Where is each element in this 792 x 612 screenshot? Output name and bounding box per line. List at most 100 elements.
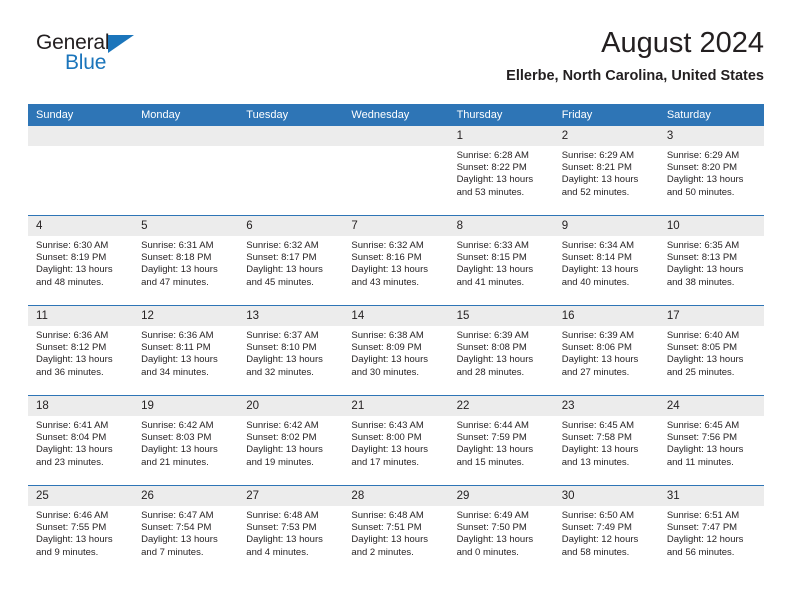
sunset-text: Sunset: 7:55 PM <box>36 522 107 534</box>
day-number: 1 <box>448 126 554 146</box>
day-cell[interactable]: 24 Sunrise: 6:45 AM Sunset: 7:56 PM Dayl… <box>658 395 764 486</box>
day-number: 27 <box>238 486 344 506</box>
daylight-text-line1: Daylight: 13 hours <box>246 534 323 546</box>
sunrise-text: Sunrise: 6:43 AM <box>351 420 424 431</box>
title-block: August 2024 Ellerbe, North Carolina, Uni… <box>284 26 764 85</box>
sunset-text: Sunset: 8:15 PM <box>456 252 527 264</box>
day-cell[interactable]: 21 Sunrise: 6:43 AM Sunset: 8:00 PM Dayl… <box>343 395 449 486</box>
sunrise-text: Sunrise: 6:39 AM <box>456 330 529 341</box>
weekday-header-friday: Friday <box>553 104 659 126</box>
day-cell[interactable]: 23 Sunrise: 6:45 AM Sunset: 7:58 PM Dayl… <box>553 395 659 486</box>
daylight-text-line2: and 28 minutes. <box>456 366 525 378</box>
daylight-text-line1: Daylight: 13 hours <box>456 444 534 456</box>
day-number: 26 <box>133 486 239 506</box>
day-cell[interactable]: 26 Sunrise: 6:47 AM Sunset: 7:54 PM Dayl… <box>133 485 239 575</box>
sunrise-text: Sunrise: 6:42 AM <box>141 420 214 431</box>
daylight-text-line2: and 48 minutes. <box>36 276 104 288</box>
day-cell[interactable]: 10 Sunrise: 6:35 AM Sunset: 8:13 PM Dayl… <box>658 215 764 306</box>
day-cell[interactable]: 27 Sunrise: 6:48 AM Sunset: 7:53 PM Dayl… <box>238 485 344 575</box>
day-cell[interactable]: 9 Sunrise: 6:34 AM Sunset: 8:14 PM Dayli… <box>553 215 659 306</box>
day-cell[interactable]: 14 Sunrise: 6:38 AM Sunset: 8:09 PM Dayl… <box>343 305 449 396</box>
day-cell[interactable]: 17 Sunrise: 6:40 AM Sunset: 8:05 PM Dayl… <box>658 305 764 396</box>
sunrise-text: Sunrise: 6:31 AM <box>141 240 214 251</box>
day-number <box>343 126 449 146</box>
sunrise-text: Sunrise: 6:39 AM <box>561 330 635 341</box>
day-info: Sunrise: 6:41 AM Sunset: 8:04 PM Dayligh… <box>28 416 133 469</box>
day-cell[interactable]: 25 Sunrise: 6:46 AM Sunset: 7:55 PM Dayl… <box>28 485 134 575</box>
daylight-text-line2: and 7 minutes. <box>141 546 204 558</box>
day-cell[interactable]: 31 Sunrise: 6:51 AM Sunset: 7:47 PM Dayl… <box>658 485 764 575</box>
daylight-text-line2: and 50 minutes. <box>666 186 735 198</box>
day-cell[interactable]: 1 Sunrise: 6:28 AM Sunset: 8:22 PM Dayli… <box>448 126 554 216</box>
day-cell[interactable]: 2 Sunrise: 6:29 AM Sunset: 8:21 PM Dayli… <box>553 126 659 216</box>
sunset-text: Sunset: 8:21 PM <box>561 162 632 174</box>
day-info: Sunrise: 6:36 AM Sunset: 8:11 PM Dayligh… <box>133 326 238 379</box>
calendar-grid: Sunday Monday Tuesday Wednesday Thursday… <box>28 104 764 575</box>
day-cell[interactable]: 28 Sunrise: 6:48 AM Sunset: 7:51 PM Dayl… <box>343 485 449 575</box>
calendar-table: Sunday Monday Tuesday Wednesday Thursday… <box>28 104 764 575</box>
sunset-text: Sunset: 8:17 PM <box>246 252 317 264</box>
day-cell[interactable]: 29 Sunrise: 6:49 AM Sunset: 7:50 PM Dayl… <box>448 485 554 575</box>
day-cell[interactable]: 30 Sunrise: 6:50 AM Sunset: 7:49 PM Dayl… <box>553 485 659 575</box>
daylight-text-line2: and 19 minutes. <box>246 456 314 468</box>
sunset-text: Sunset: 8:08 PM <box>456 342 527 354</box>
day-info: Sunrise: 6:33 AM Sunset: 8:15 PM Dayligh… <box>449 236 554 289</box>
daylight-text-line2: and 13 minutes. <box>561 456 630 468</box>
sunset-text: Sunset: 8:22 PM <box>456 162 527 174</box>
daylight-text-line1: Daylight: 13 hours <box>561 174 639 186</box>
sunset-text: Sunset: 7:47 PM <box>666 522 738 534</box>
day-number: 16 <box>553 306 659 326</box>
sunset-text: Sunset: 7:59 PM <box>456 432 527 444</box>
day-cell[interactable]: 19 Sunrise: 6:42 AM Sunset: 8:03 PM Dayl… <box>133 395 239 486</box>
day-info: Sunrise: 6:31 AM Sunset: 8:18 PM Dayligh… <box>133 236 238 289</box>
sunrise-text: Sunrise: 6:48 AM <box>351 510 424 521</box>
day-info: Sunrise: 6:39 AM Sunset: 8:08 PM Dayligh… <box>449 326 554 379</box>
daylight-text-line2: and 56 minutes. <box>666 546 735 558</box>
day-info: Sunrise: 6:38 AM Sunset: 8:09 PM Dayligh… <box>343 326 448 379</box>
day-cell[interactable]: 11 Sunrise: 6:36 AM Sunset: 8:12 PM Dayl… <box>28 305 134 396</box>
day-cell[interactable]: 6 Sunrise: 6:32 AM Sunset: 8:17 PM Dayli… <box>238 215 344 306</box>
day-cell[interactable]: 16 Sunrise: 6:39 AM Sunset: 8:06 PM Dayl… <box>553 305 659 396</box>
weekday-header-saturday: Saturday <box>658 104 764 126</box>
brand-logo[interactable]: General Blue <box>36 32 166 78</box>
daylight-text-line1: Daylight: 13 hours <box>36 444 113 456</box>
day-info: Sunrise: 6:30 AM Sunset: 8:19 PM Dayligh… <box>28 236 133 289</box>
sunset-text: Sunset: 8:13 PM <box>666 252 738 264</box>
day-cell[interactable]: 8 Sunrise: 6:33 AM Sunset: 8:15 PM Dayli… <box>448 215 554 306</box>
day-cell[interactable]: 18 Sunrise: 6:41 AM Sunset: 8:04 PM Dayl… <box>28 395 134 486</box>
day-info: Sunrise: 6:35 AM Sunset: 8:13 PM Dayligh… <box>659 236 764 289</box>
day-number: 3 <box>658 126 764 146</box>
calendar-week-row: 25 Sunrise: 6:46 AM Sunset: 7:55 PM Dayl… <box>28 485 764 575</box>
day-cell[interactable]: 7 Sunrise: 6:32 AM Sunset: 8:16 PM Dayli… <box>343 215 449 306</box>
sunrise-text: Sunrise: 6:34 AM <box>561 240 635 251</box>
day-cell[interactable]: 4 Sunrise: 6:30 AM Sunset: 8:19 PM Dayli… <box>28 215 134 306</box>
sunrise-text: Sunrise: 6:40 AM <box>666 330 740 341</box>
sunrise-text: Sunrise: 6:41 AM <box>36 420 109 431</box>
sunrise-text: Sunrise: 6:42 AM <box>246 420 319 431</box>
daylight-text-line1: Daylight: 13 hours <box>36 264 113 276</box>
calendar-header-row: Sunday Monday Tuesday Wednesday Thursday… <box>28 104 764 126</box>
brand-triangle-icon <box>108 35 134 53</box>
day-cell[interactable]: 5 Sunrise: 6:31 AM Sunset: 8:18 PM Dayli… <box>133 215 239 306</box>
day-info: Sunrise: 6:45 AM Sunset: 7:56 PM Dayligh… <box>659 416 764 469</box>
day-cell[interactable]: 13 Sunrise: 6:37 AM Sunset: 8:10 PM Dayl… <box>238 305 344 396</box>
day-info: Sunrise: 6:46 AM Sunset: 7:55 PM Dayligh… <box>28 506 133 559</box>
daylight-text-line1: Daylight: 13 hours <box>666 444 744 456</box>
daylight-text-line1: Daylight: 13 hours <box>36 354 113 366</box>
sunrise-text: Sunrise: 6:36 AM <box>36 330 109 341</box>
weekday-header-monday: Monday <box>133 104 239 126</box>
day-cell <box>28 126 134 216</box>
day-cell[interactable]: 15 Sunrise: 6:39 AM Sunset: 8:08 PM Dayl… <box>448 305 554 396</box>
weekday-header-thursday: Thursday <box>448 104 554 126</box>
daylight-text-line2: and 53 minutes. <box>456 186 525 198</box>
sunset-text: Sunset: 7:49 PM <box>561 522 632 534</box>
day-cell[interactable]: 22 Sunrise: 6:44 AM Sunset: 7:59 PM Dayl… <box>448 395 554 486</box>
day-cell[interactable]: 20 Sunrise: 6:42 AM Sunset: 8:02 PM Dayl… <box>238 395 344 486</box>
day-cell[interactable]: 3 Sunrise: 6:29 AM Sunset: 8:20 PM Dayli… <box>658 126 764 216</box>
daylight-text-line1: Daylight: 13 hours <box>351 534 428 546</box>
sunrise-text: Sunrise: 6:49 AM <box>456 510 529 521</box>
daylight-text-line1: Daylight: 13 hours <box>36 534 113 546</box>
daylight-text-line1: Daylight: 13 hours <box>246 264 323 276</box>
day-cell[interactable]: 12 Sunrise: 6:36 AM Sunset: 8:11 PM Dayl… <box>133 305 239 396</box>
location-subtitle: Ellerbe, North Carolina, United States <box>506 68 764 84</box>
